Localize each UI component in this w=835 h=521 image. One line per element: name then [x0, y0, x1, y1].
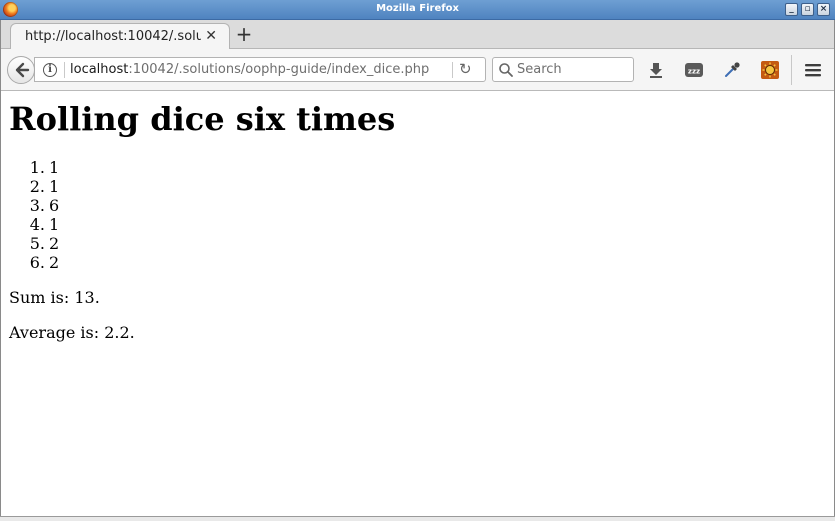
url-separator-2 — [452, 62, 453, 78]
window-frame-left — [0, 20, 1, 521]
page-content: Rolling dice six times 1. 1 2. 1 3. 6 4. 1 5… — [1, 92, 834, 517]
close-window-button[interactable]: × — [817, 3, 830, 16]
list-item-number: 6. — [29, 253, 45, 272]
list-item-value: 2 — [49, 234, 60, 253]
maximize-button[interactable]: ▫ — [801, 3, 814, 16]
list-item-value: 1 — [49, 158, 60, 177]
tab-strip: http://localhost:10042/.solutions/oophp-… — [0, 20, 835, 50]
average-text: Average is: 2.2. — [9, 323, 135, 342]
navigation-toolbar: i localhost:10042/.solutions/oophp-guide… — [0, 49, 835, 91]
download-icon[interactable] — [646, 60, 666, 80]
window-frame-bottom — [0, 516, 835, 521]
search-icon — [499, 63, 513, 77]
window-titlebar: Mozilla Firefox _ ▫ × — [0, 0, 835, 20]
url-text[interactable]: localhost:10042/.solutions/oophp-guide/i… — [70, 62, 429, 77]
list-item-value: 6 — [49, 196, 60, 215]
tab-index-dice[interactable]: http://localhost:10042/.solutions/oophp-… — [10, 23, 230, 50]
url-host: localhost — [70, 62, 129, 77]
sum-text: Sum is: 13. — [9, 288, 100, 307]
list-item-number: 3. — [29, 196, 45, 215]
list-item: 6. 2 — [9, 253, 59, 272]
list-item: 1. 1 — [9, 158, 59, 177]
reload-icon[interactable]: ↻ — [459, 60, 472, 78]
hamburger-menu-icon[interactable] — [803, 60, 823, 80]
url-bar[interactable]: i localhost:10042/.solutions/oophp-guide… — [34, 57, 486, 82]
list-item-value: 1 — [49, 177, 60, 196]
sleep-zzz-icon[interactable]: zzz — [684, 60, 704, 80]
url-separator — [64, 62, 65, 78]
search-bar[interactable]: Search — [492, 57, 634, 82]
svg-text:zzz: zzz — [688, 68, 700, 76]
window-title: Mozilla Firefox — [376, 3, 459, 14]
url-path: :10042/.solutions/oophp-guide/index_dice… — [128, 62, 430, 77]
list-item: 5. 2 — [9, 234, 59, 253]
list-item-number: 1. — [29, 158, 45, 177]
page-heading: Rolling dice six times — [9, 100, 396, 138]
rolls-list: 1. 1 2. 1 3. 6 4. 1 5. 2 6. 2 — [9, 158, 59, 272]
list-item: 4. 1 — [9, 215, 59, 234]
tab-title: http://localhost:10042/.solutions/oophp-… — [25, 29, 201, 44]
info-icon[interactable]: i — [43, 63, 57, 77]
search-placeholder: Search — [517, 62, 562, 77]
back-arrow-icon — [15, 62, 30, 78]
back-button[interactable] — [7, 56, 35, 84]
list-item: 3. 6 — [9, 196, 59, 215]
list-item-number: 2. — [29, 177, 45, 196]
list-item-value: 2 — [49, 253, 60, 272]
list-item-value: 1 — [49, 215, 60, 234]
list-item-number: 4. — [29, 215, 45, 234]
toolbar-separator — [791, 55, 792, 85]
new-tab-button[interactable]: + — [234, 23, 254, 45]
tab-close-icon[interactable]: ✕ — [205, 28, 217, 44]
list-item-number: 5. — [29, 234, 45, 253]
list-item: 2. 1 — [9, 177, 59, 196]
eyedropper-icon[interactable] — [722, 60, 742, 80]
extension-sun-icon[interactable] — [760, 60, 780, 80]
minimize-button[interactable]: _ — [785, 3, 798, 16]
